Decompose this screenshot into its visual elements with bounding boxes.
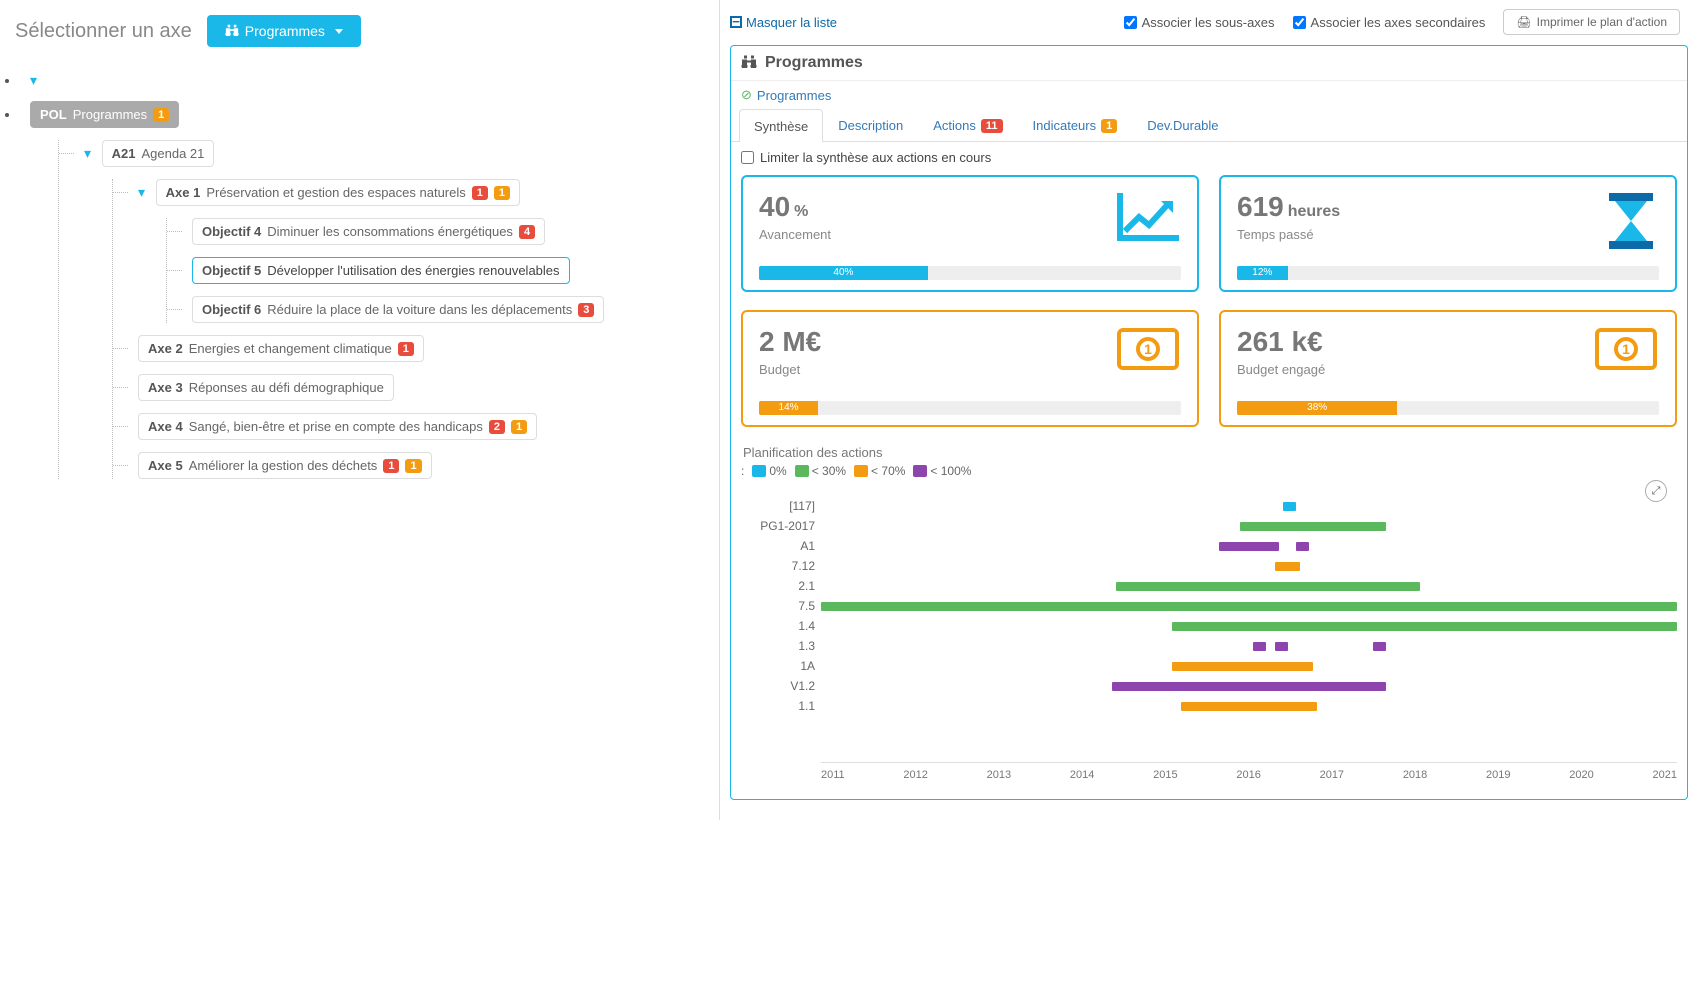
chevron-down-icon[interactable]: ▾ [84, 145, 98, 162]
gantt-bar [1219, 542, 1279, 551]
kpi-avancement: 40% Avancement 40% [741, 175, 1199, 292]
print-icon: 🖨 [1516, 15, 1531, 29]
tree-node-axe3[interactable]: Axe 3Réponses au défi démographique [138, 374, 394, 401]
chevron-down-icon[interactable]: ▾ [138, 184, 152, 201]
gantt-row: 2.1 [821, 576, 1677, 596]
chevron-down-icon [335, 29, 343, 34]
gantt-bar [1116, 582, 1420, 591]
gantt-row-label: V1.2 [743, 679, 815, 693]
page-title: Sélectionner un axe [15, 20, 192, 43]
check-icon: ⊘ [741, 87, 752, 103]
gantt-row-label: A1 [743, 539, 815, 553]
gantt-bar [1275, 562, 1301, 571]
gantt-row-label: [117] [743, 499, 815, 513]
tab-actions[interactable]: Actions11 [918, 109, 1017, 141]
gantt-row-label: PG1-2017 [743, 519, 815, 533]
gantt-row-label: 7.5 [743, 599, 815, 613]
gantt-row-label: 7.12 [743, 559, 815, 573]
gantt-row: 1.1 [821, 696, 1677, 716]
tab-indicateurs[interactable]: Indicateurs1 [1018, 109, 1133, 141]
gantt-bar [1172, 662, 1313, 671]
tree-node-axe2[interactable]: Axe 2Energies et changement climatique1 [138, 335, 424, 362]
money-icon: 1 [1595, 328, 1657, 373]
svg-text:1: 1 [1144, 341, 1152, 357]
kpi-budget: 2 M€ Budget 1 14% [741, 310, 1199, 427]
gantt-bar [1283, 502, 1296, 511]
tree-node-axe4[interactable]: Axe 4Sangé, bien-être et prise en compte… [138, 413, 537, 440]
chart-legend: : 0% < 30% < 70% < 100% [741, 464, 1677, 478]
limit-synthese-checkbox[interactable]: Limiter la synthèse aux actions en cours [741, 150, 1677, 165]
tree-node-obj5[interactable]: Objectif 5Développer l'utilisation des é… [192, 257, 570, 284]
gantt-bar [1373, 642, 1386, 651]
tab-synthese[interactable]: Synthèse [739, 109, 823, 142]
gantt-row: 1.3 [821, 636, 1677, 656]
tree-node-a21[interactable]: A21 Agenda 21 [102, 140, 215, 167]
gantt-chart: [117]PG1-2017A17.122.17.51.41.31AV1.21.1 [821, 496, 1677, 756]
gantt-row-label: 2.1 [743, 579, 815, 593]
kpi-temps: 619heures Temps passé 12% [1219, 175, 1677, 292]
gantt-row: 7.12 [821, 556, 1677, 576]
gantt-row-label: 1A [743, 659, 815, 673]
axis-tree: ▾ POL Programmes 1 ▾ A21 Agenda 21 [10, 72, 719, 479]
gantt-row: 1.4 [821, 616, 1677, 636]
gantt-row: V1.2 [821, 676, 1677, 696]
gantt-row: 7.5 [821, 596, 1677, 616]
gantt-bar [1112, 682, 1386, 691]
gantt-row-label: 1.1 [743, 699, 815, 713]
gantt-row-label: 1.4 [743, 619, 815, 633]
programmes-dropdown[interactable]: Programmes [207, 15, 361, 47]
gantt-bar [1275, 642, 1288, 651]
binoculars-icon [225, 23, 239, 39]
gantt-bar [1172, 622, 1677, 631]
hourglass-icon [1605, 193, 1657, 252]
panel-title: Programmes [765, 54, 863, 72]
gantt-bar [1181, 702, 1318, 711]
gantt-bar [821, 602, 1677, 611]
assoc-secaxes-checkbox[interactable]: Associer les axes secondaires [1293, 15, 1486, 30]
minus-square-icon: − [730, 16, 742, 28]
kpi-budget-engage: 261 k€ Budget engagé 1 38% [1219, 310, 1677, 427]
gantt-row: [117] [821, 496, 1677, 516]
print-button[interactable]: 🖨 Imprimer le plan d'action [1503, 9, 1680, 35]
svg-text:1: 1 [1622, 341, 1630, 357]
gantt-row: PG1-2017 [821, 516, 1677, 536]
gantt-row: A1 [821, 536, 1677, 556]
tree-node-obj4[interactable]: Objectif 4Diminuer les consommations éne… [192, 218, 545, 245]
tree-node-axe1[interactable]: Axe 1 Préservation et gestion des espace… [156, 179, 520, 206]
gantt-bar [1253, 642, 1266, 651]
tab-devdurable[interactable]: Dev.Durable [1132, 109, 1233, 141]
gantt-bar [1296, 542, 1309, 551]
breadcrumb-programmes[interactable]: ⊘ Programmes [731, 81, 1687, 109]
hide-list-link[interactable]: − Masquer la liste [730, 15, 837, 30]
chart-title: Planification des actions [743, 445, 1677, 460]
assoc-subaxes-checkbox[interactable]: Associer les sous-axes [1124, 15, 1275, 30]
gantt-row: 1A [821, 656, 1677, 676]
tab-description[interactable]: Description [823, 109, 918, 141]
gantt-row-label: 1.3 [743, 639, 815, 653]
binoculars-icon [741, 55, 757, 71]
gantt-bar [1240, 522, 1386, 531]
chevron-down-icon[interactable]: ▾ [30, 72, 44, 89]
money-icon: 1 [1117, 328, 1179, 373]
tree-node-axe5[interactable]: Axe 5Améliorer la gestion des déchets11 [138, 452, 432, 479]
tree-node-root[interactable]: POL Programmes 1 [30, 101, 179, 128]
tree-node-obj6[interactable]: Objectif 6Réduire la place de la voiture… [192, 296, 604, 323]
trend-up-icon [1117, 193, 1179, 246]
gantt-x-axis: 2011201220132014201520162017201820192020… [821, 762, 1677, 781]
